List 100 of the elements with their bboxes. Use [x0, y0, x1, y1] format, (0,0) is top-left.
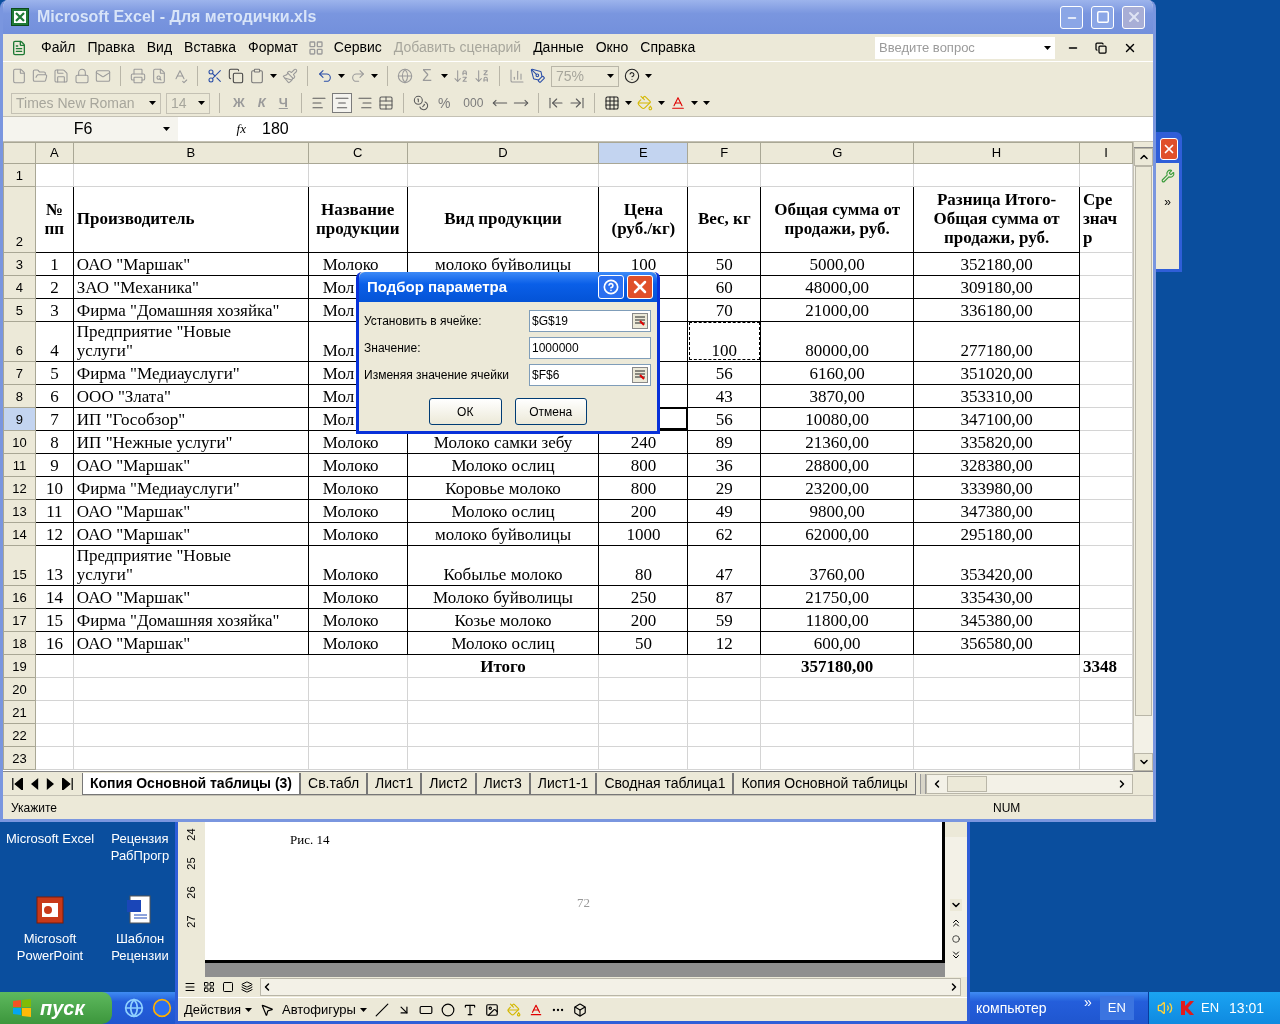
column-header[interactable]: A [35, 142, 74, 163]
font-color-icon[interactable] [528, 1002, 543, 1017]
row-header[interactable]: 18 [3, 631, 36, 654]
close-button[interactable] [1160, 138, 1178, 160]
align-center-icon[interactable] [333, 95, 350, 111]
next-page-icon[interactable] [950, 949, 962, 961]
normal-view-icon[interactable] [184, 981, 196, 993]
sheet-tab[interactable]: Лист2 [421, 772, 476, 795]
row-header[interactable]: 10 [3, 430, 36, 453]
sheet-tab[interactable]: Св.табл [300, 772, 368, 795]
currency-icon[interactable] [412, 95, 429, 111]
3d-icon[interactable] [572, 1002, 587, 1017]
caret-icon[interactable] [163, 127, 170, 131]
last-sheet-icon[interactable] [62, 777, 74, 790]
align-left-icon[interactable] [310, 95, 327, 111]
column-header[interactable]: C [308, 142, 408, 163]
fill-color-icon[interactable] [506, 1002, 521, 1017]
column-header[interactable]: E [598, 142, 688, 163]
help-button[interactable] [598, 275, 624, 299]
row-header[interactable]: 16 [3, 585, 36, 608]
more-button[interactable]: » [1164, 193, 1171, 211]
row-header[interactable]: 5 [3, 298, 36, 321]
vertical-scrollbar[interactable] [1133, 142, 1153, 771]
menu-item[interactable]: Файл [35, 37, 82, 58]
column-header[interactable]: H [913, 142, 1080, 163]
desktop-icon-label[interactable]: Microsoft Excel [5, 830, 95, 847]
input-field[interactable]: $F$6 [529, 364, 651, 386]
pen-icon[interactable] [529, 68, 546, 84]
column-header[interactable]: F [687, 142, 761, 163]
first-sheet-icon[interactable] [11, 777, 23, 790]
range-picker-icon[interactable] [632, 313, 648, 329]
spell-check-icon[interactable] [172, 68, 188, 84]
caret-icon[interactable] [691, 101, 699, 105]
menu-item[interactable]: Вид [140, 37, 179, 58]
text-box-icon[interactable] [462, 1002, 477, 1017]
fill-color-icon[interactable] [637, 95, 654, 111]
oval-icon[interactable] [440, 1002, 455, 1017]
draw-menu[interactable]: Действия [184, 999, 252, 1020]
sheet-tab[interactable]: Сводная таблица1 [596, 772, 734, 795]
column-header[interactable]: D [407, 142, 599, 163]
row-header[interactable]: 13 [3, 499, 36, 522]
presentation-app-icon[interactable] [36, 896, 64, 924]
menu-item[interactable]: Окно [589, 37, 635, 58]
column-header[interactable]: B [73, 142, 309, 163]
caret-icon[interactable] [359, 1007, 367, 1012]
language-indicator[interactable]: EN [1099, 996, 1134, 1020]
row-header[interactable]: 19 [3, 654, 36, 677]
paste-icon[interactable] [249, 68, 265, 84]
row-header[interactable]: 4 [3, 275, 36, 298]
toolbar-options-icon[interactable] [703, 101, 711, 105]
caret-icon[interactable] [658, 101, 666, 105]
thousands-button[interactable]: 000 [459, 94, 488, 112]
row-header[interactable]: 12 [3, 476, 36, 499]
column-header[interactable]: G [760, 142, 914, 163]
restore-icon[interactable] [1095, 41, 1107, 54]
close-button[interactable] [627, 275, 653, 299]
sheet-tab[interactable]: Лист1-1 [529, 772, 597, 795]
menu-item[interactable]: Формат [242, 37, 304, 58]
align-right-icon[interactable] [356, 95, 373, 111]
cut-icon[interactable] [207, 68, 223, 84]
caret-icon[interactable] [371, 74, 378, 78]
document-file-icon[interactable] [126, 895, 154, 925]
input-field[interactable]: $G$19 [529, 310, 651, 332]
desktop-icon-label[interactable]: Рецензия РабПрогр [110, 830, 170, 864]
help-icon[interactable] [623, 68, 640, 84]
document-icon[interactable] [11, 39, 27, 56]
caret-icon[interactable] [198, 101, 205, 105]
scroll-thumb[interactable] [946, 775, 987, 792]
merge-cells-icon[interactable] [377, 95, 394, 111]
indent-icon[interactable] [569, 95, 586, 111]
row-header[interactable]: 22 [3, 723, 36, 746]
outdent-icon[interactable] [548, 95, 565, 111]
row-header[interactable]: 9 [3, 407, 36, 430]
row-header[interactable]: 7 [3, 361, 36, 384]
caret-icon[interactable] [644, 74, 652, 78]
formula-field[interactable]: 180 [258, 117, 1153, 141]
browse-object-icon[interactable] [952, 935, 960, 943]
row-header[interactable]: 3 [3, 252, 36, 275]
tab-split-handle[interactable] [919, 773, 926, 794]
row-header[interactable]: 1 [3, 163, 36, 186]
row-header[interactable]: 2 [3, 186, 36, 252]
name-box[interactable]: F6 [3, 117, 178, 141]
desktop-icon-label[interactable]: Microsoft PowerPoint [16, 930, 84, 964]
font-color-icon[interactable] [670, 95, 687, 111]
vertical-scrollbar[interactable] [945, 837, 967, 977]
menu-item[interactable]: Данные [527, 37, 590, 58]
row-header[interactable]: 6 [3, 321, 36, 361]
caret-icon[interactable] [625, 101, 633, 105]
menu-item[interactable]: Правка [81, 37, 141, 58]
menu-item[interactable]: Вставка [178, 37, 243, 58]
row-header[interactable]: 15 [3, 545, 36, 585]
caret-icon[interactable] [1044, 45, 1051, 50]
percent-button[interactable]: % [433, 92, 455, 114]
row-header[interactable]: 8 [3, 384, 36, 407]
line-icon[interactable] [374, 1002, 389, 1017]
row-header[interactable]: 14 [3, 522, 36, 545]
row-header[interactable]: 11 [3, 453, 36, 476]
caret-icon[interactable] [244, 1007, 252, 1012]
menu-item[interactable]: Сервис [327, 37, 388, 58]
row-header[interactable]: 23 [3, 746, 36, 769]
